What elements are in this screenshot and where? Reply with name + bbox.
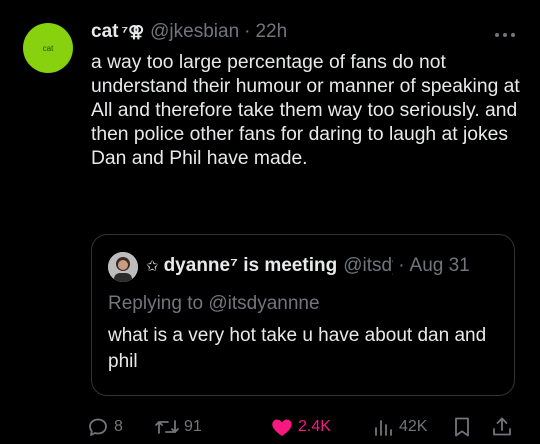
- retweet-icon: [154, 415, 180, 439]
- reply-button[interactable]: 8: [86, 412, 123, 442]
- quoted-timestamp: Aug 31: [409, 255, 470, 276]
- quoted-author-handle: @itsdyannne: [343, 255, 393, 276]
- replying-to: Replying to @itsdyannne: [108, 293, 320, 314]
- reply-icon: [86, 415, 110, 439]
- views-button[interactable]: 42K: [371, 412, 427, 442]
- quoted-text: what is a very hot take u have about dan…: [108, 325, 487, 372]
- like-count: 2.4K: [298, 418, 331, 435]
- share-icon: [490, 415, 514, 439]
- tweet-text: a way too large percentage of fans do no…: [91, 52, 520, 169]
- retweet-count: 91: [184, 418, 202, 435]
- star-icon: ✩: [146, 258, 159, 275]
- reply-count: 8: [114, 418, 123, 435]
- author-name[interactable]: cat: [91, 21, 118, 43]
- views-icon: [371, 415, 395, 439]
- header-separator: ·: [244, 21, 251, 42]
- more-options-icon[interactable]: [492, 30, 518, 40]
- author-name-suffix: ⁷⚢: [121, 24, 145, 41]
- like-button[interactable]: 2.4K: [270, 412, 331, 442]
- heart-icon: [270, 415, 294, 439]
- share-button[interactable]: [490, 412, 514, 442]
- retweet-button[interactable]: 91: [154, 412, 202, 442]
- quoted-avatar[interactable]: [108, 252, 138, 282]
- action-bar: 8 91 2.4K 42K: [86, 412, 526, 442]
- quoted-header-separator: ·: [398, 255, 405, 276]
- quoted-tweet[interactable]: ✩ dyanne⁷ is meeting @itsdyannne · Aug 3…: [91, 234, 515, 396]
- quoted-header: ✩ dyanne⁷ is meeting @itsdyannne · Aug 3…: [146, 255, 500, 281]
- quoted-author-name: dyanne⁷ is meeting: [163, 255, 338, 276]
- avatar[interactable]: cat: [23, 23, 73, 73]
- author-handle[interactable]: @jkesbian: [150, 21, 239, 43]
- avatar-label: cat: [42, 43, 54, 53]
- bookmark-icon: [450, 415, 474, 439]
- tweet-timestamp[interactable]: 22h: [255, 21, 287, 43]
- bookmark-button[interactable]: [450, 412, 474, 442]
- tweet-header: cat ⁷⚢ @jkesbian · 22h: [91, 21, 287, 47]
- views-count: 42K: [399, 418, 428, 435]
- tweet: cat cat ⁷⚢ @jkesbian · 22h a way too lar…: [0, 0, 540, 444]
